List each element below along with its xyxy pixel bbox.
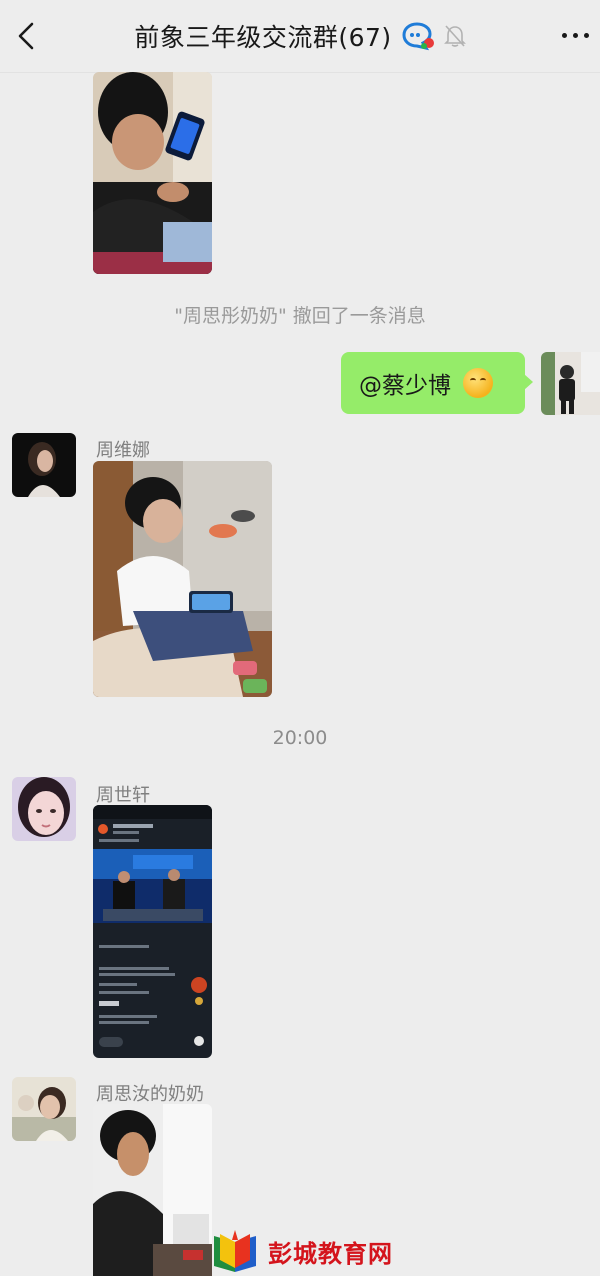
watermark: 彭城教育网 <box>210 1228 393 1274</box>
image-message-child-desk[interactable] <box>93 1104 212 1276</box>
chat-title-area: 前象三年级交流群(67) <box>0 18 600 54</box>
avatar-sender2[interactable] <box>12 777 76 841</box>
recall-notice: "周思彤奶奶" 撤回了一条消息 <box>174 305 426 327</box>
watermark-text: 彭城教育网 <box>268 1238 393 1268</box>
avatar-sender3[interactable] <box>12 1077 76 1141</box>
image-message-girl-phone[interactable] <box>93 461 272 697</box>
chat-header: 前象三年级交流群(67) <box>0 0 600 73</box>
more-options-button[interactable] <box>558 22 592 48</box>
chat-title: 前象三年级交流群(67) <box>134 23 392 52</box>
hug-emoji <box>463 368 493 398</box>
sender-name: 周世轩 <box>96 785 150 806</box>
sender-name: 周思汝的奶奶 <box>96 1084 204 1105</box>
my-avatar[interactable] <box>541 352 600 415</box>
bell-off-icon <box>443 25 466 47</box>
sender-name: 周维娜 <box>96 440 150 461</box>
my-message-text: @蔡少博 <box>359 373 451 399</box>
group-chat-icon[interactable] <box>402 21 434 51</box>
image-message-boy-phone[interactable] <box>93 72 212 274</box>
image-message-video-screenshot[interactable] <box>93 805 212 1058</box>
time-divider: 20:00 <box>272 727 328 749</box>
my-message-bubble[interactable]: @蔡少博 <box>341 352 533 414</box>
avatar-sender1[interactable] <box>12 433 76 497</box>
book-logo-icon <box>214 1230 256 1272</box>
